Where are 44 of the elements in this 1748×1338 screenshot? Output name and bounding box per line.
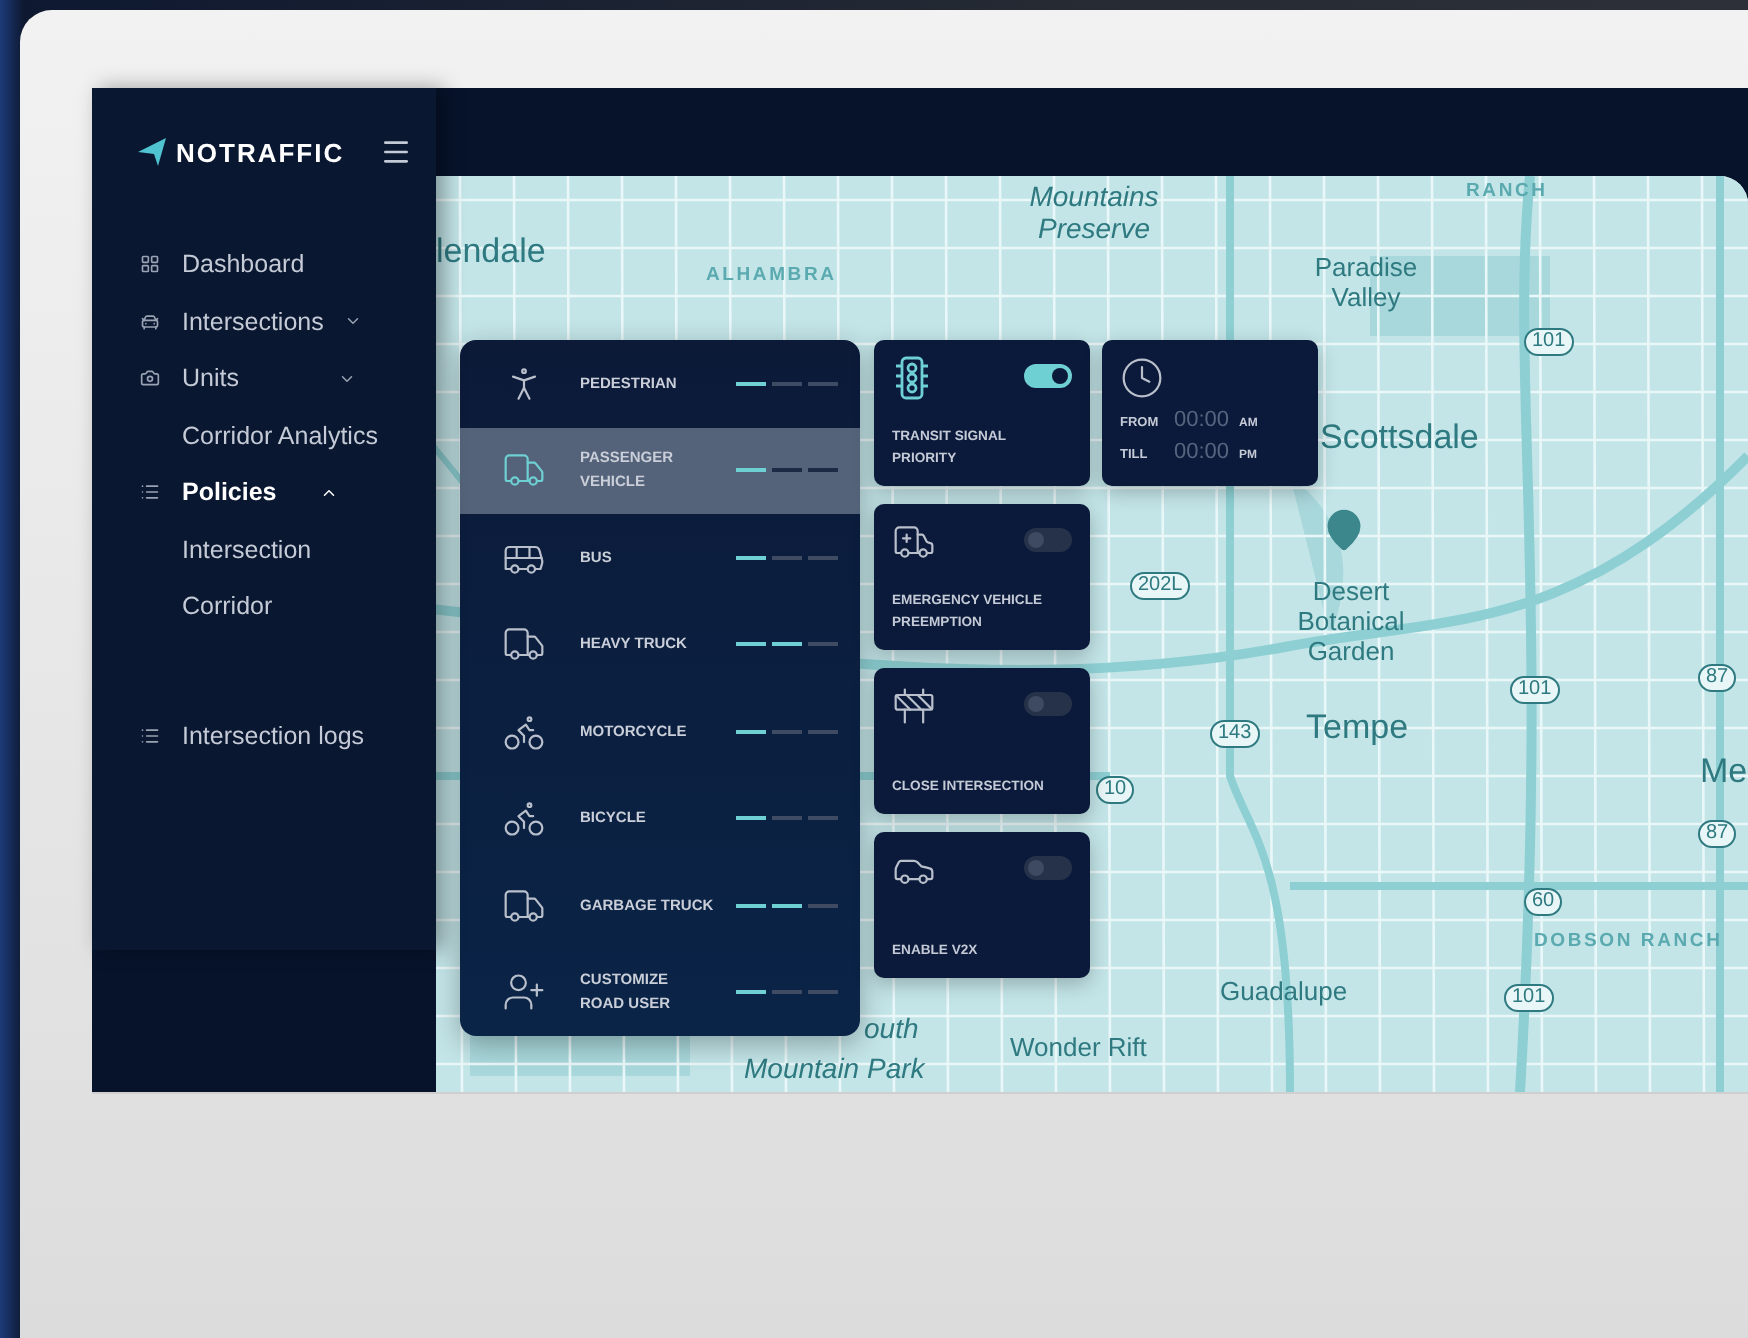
toggle-switch[interactable] xyxy=(1024,692,1072,716)
toggle-switch[interactable] xyxy=(1024,364,1072,388)
nav-item[interactable]: Intersections xyxy=(136,293,436,350)
map-label: DOBSON RANCH xyxy=(1534,930,1723,952)
map-pin-icon xyxy=(1322,508,1366,552)
map-label: ALHAMBRA xyxy=(706,264,837,286)
map-label: Guadalupe xyxy=(1220,976,1348,1006)
logo-icon xyxy=(136,136,168,168)
brand-name: NOTRAFFIC xyxy=(176,137,345,167)
map-label: 101 xyxy=(1504,984,1554,1012)
nav-icon xyxy=(139,311,159,332)
feature-icon xyxy=(892,684,936,728)
feature-icon xyxy=(892,520,936,564)
map-label: Scottsdale xyxy=(1320,418,1479,458)
toggle-switch[interactable] xyxy=(1024,528,1072,552)
traffic-light-icon xyxy=(892,356,932,400)
nav-item[interactable]: Intersection xyxy=(136,521,436,578)
map-label: outh xyxy=(864,1012,919,1044)
menu-icon[interactable] xyxy=(380,136,413,168)
map-label: Mountain Park xyxy=(744,1052,925,1084)
nav-icon xyxy=(139,254,159,275)
map-label: Mountains Preserve xyxy=(1027,180,1161,244)
nav-item[interactable]: Corridor xyxy=(136,578,436,635)
nav-item[interactable]: Corridor Analytics xyxy=(136,407,436,464)
road-user-icon xyxy=(502,796,546,841)
map-label: Me xyxy=(1700,752,1748,792)
clock-icon xyxy=(1120,356,1164,400)
map-label: Wonder Rift xyxy=(1010,1032,1147,1062)
nav-item[interactable]: Policies xyxy=(136,464,436,521)
nav-item[interactable]: Intersection logs xyxy=(136,707,436,764)
map-label: lendale xyxy=(436,232,546,272)
map-label: RANCH xyxy=(1466,180,1548,202)
map-label: 101 xyxy=(1524,328,1574,356)
nav-item[interactable]: Units xyxy=(136,350,436,407)
toggle-switch[interactable] xyxy=(1024,856,1072,880)
map-label: 101 xyxy=(1510,676,1560,704)
map-label: 202L xyxy=(1130,572,1191,600)
nav-icon xyxy=(139,368,159,389)
map-label: Tempe xyxy=(1306,708,1409,748)
map-label: Paradise Valley xyxy=(1312,252,1420,312)
map-label: Desert Botanical Garden xyxy=(1295,576,1407,666)
map-label: 143 xyxy=(1210,720,1260,748)
nav-item[interactable]: Dashboard xyxy=(136,236,436,293)
road-user-icon xyxy=(502,970,546,1015)
